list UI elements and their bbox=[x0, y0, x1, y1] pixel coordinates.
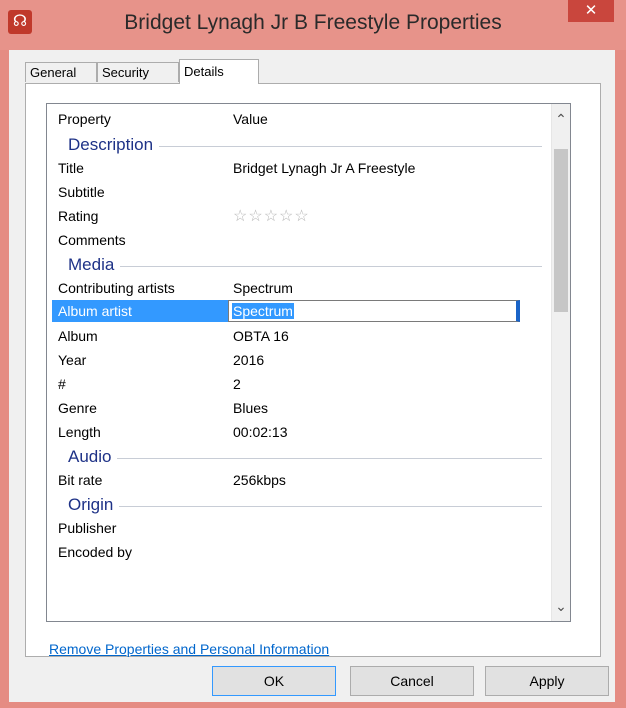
group-title: Origin bbox=[68, 495, 120, 515]
property-row[interactable]: Encoded by bbox=[47, 540, 552, 564]
property-value[interactable]: 256kbps bbox=[233, 472, 286, 488]
group-divider bbox=[68, 506, 542, 507]
property-name: Title bbox=[58, 160, 84, 176]
property-value[interactable]: 2 bbox=[233, 376, 241, 392]
property-name: Length bbox=[58, 424, 101, 440]
column-header-value[interactable]: Value bbox=[233, 111, 268, 127]
property-name: Year bbox=[58, 352, 87, 368]
property-name: Album artist bbox=[52, 300, 231, 322]
property-row[interactable]: Album OBTA 16 bbox=[47, 324, 552, 348]
property-name: # bbox=[58, 376, 66, 392]
value-edit-field[interactable]: Spectrum bbox=[228, 300, 520, 322]
property-row[interactable]: Bit rate 256kbps bbox=[47, 468, 552, 492]
group-header: Origin bbox=[47, 492, 552, 516]
property-name: Subtitle bbox=[58, 184, 105, 200]
property-name: Encoded by bbox=[58, 544, 132, 560]
group-header: Description bbox=[47, 132, 552, 156]
property-name: Contributing artists bbox=[58, 280, 175, 296]
property-value[interactable]: Bridget Lynagh Jr A Freestyle bbox=[233, 160, 415, 176]
scroll-up-icon[interactable]: ⌃ bbox=[552, 109, 570, 129]
property-name: Publisher bbox=[58, 520, 117, 536]
property-row[interactable]: #2 bbox=[47, 372, 552, 396]
scroll-down-icon[interactable]: ⌄ bbox=[552, 596, 570, 616]
property-name: Album bbox=[58, 328, 98, 344]
property-row[interactable]: Contributing artists Spectrum bbox=[47, 276, 552, 300]
property-name: Genre bbox=[58, 400, 97, 416]
window-title: Bridget Lynagh Jr B Freestyle Properties bbox=[124, 11, 502, 34]
property-value[interactable]: Blues bbox=[233, 400, 268, 416]
list-rows: Description Title Bridget Lynagh Jr A Free… bbox=[47, 132, 552, 564]
scrollbar-thumb[interactable] bbox=[554, 149, 568, 312]
column-header-property[interactable]: Property bbox=[58, 111, 111, 127]
group-title: Audio bbox=[68, 447, 118, 467]
property-name: Bit rate bbox=[58, 472, 103, 488]
property-row[interactable]: Rating ☆☆☆☆☆ bbox=[47, 204, 552, 228]
close-button[interactable]: ✕ bbox=[568, 0, 614, 22]
cancel-button[interactable]: Cancel bbox=[350, 666, 474, 696]
property-row[interactable]: Length 00:02:13 bbox=[47, 420, 552, 444]
group-title: Description bbox=[68, 135, 160, 155]
property-value[interactable]: 00:02:13 bbox=[233, 424, 288, 440]
tab-security[interactable]: Security bbox=[97, 62, 179, 82]
list-header: Property Value bbox=[47, 104, 552, 132]
property-row[interactable]: Genre Blues bbox=[47, 396, 552, 420]
property-name: Rating bbox=[58, 208, 99, 224]
title-bar[interactable]: ☊ Bridget Lynagh Jr B Freestyle Properti… bbox=[0, 0, 626, 50]
property-value[interactable]: Spectrum bbox=[233, 280, 293, 296]
property-value[interactable]: 2016 bbox=[233, 352, 264, 368]
dialog-body: General Security Details Property Value … bbox=[9, 50, 615, 702]
property-name: Comments bbox=[58, 232, 126, 248]
ok-button[interactable]: OK bbox=[212, 666, 336, 696]
property-value[interactable]: OBTA 16 bbox=[233, 328, 289, 344]
group-title: Media bbox=[68, 255, 121, 275]
apply-button[interactable]: Apply bbox=[485, 666, 609, 696]
property-row[interactable]: Comments bbox=[47, 228, 552, 252]
group-header: Audio bbox=[47, 444, 552, 468]
tab-details[interactable]: Details bbox=[179, 59, 259, 84]
value-selected-text[interactable]: Spectrum bbox=[232, 303, 294, 319]
property-row[interactable]: Subtitle bbox=[47, 180, 552, 204]
properties-list[interactable]: Property Value Description Title Bridget L… bbox=[46, 103, 571, 622]
vertical-scrollbar[interactable]: ⌃ ⌄ bbox=[551, 104, 570, 621]
details-panel: Property Value Description Title Bridget L… bbox=[25, 83, 601, 657]
group-header: Media bbox=[47, 252, 552, 276]
property-row[interactable]: Year 2016 bbox=[47, 348, 552, 372]
property-row[interactable]: Album artist Spectrum bbox=[47, 300, 552, 324]
property-row[interactable]: Publisher bbox=[47, 516, 552, 540]
tab-general[interactable]: General bbox=[25, 62, 97, 82]
group-divider bbox=[68, 458, 542, 459]
property-row[interactable]: Title Bridget Lynagh Jr A Freestyle bbox=[47, 156, 552, 180]
remove-properties-link[interactable]: Remove Properties and Personal Informati… bbox=[49, 641, 329, 657]
rating-stars[interactable]: ☆☆☆☆☆ bbox=[233, 206, 310, 226]
group-divider bbox=[68, 266, 542, 267]
